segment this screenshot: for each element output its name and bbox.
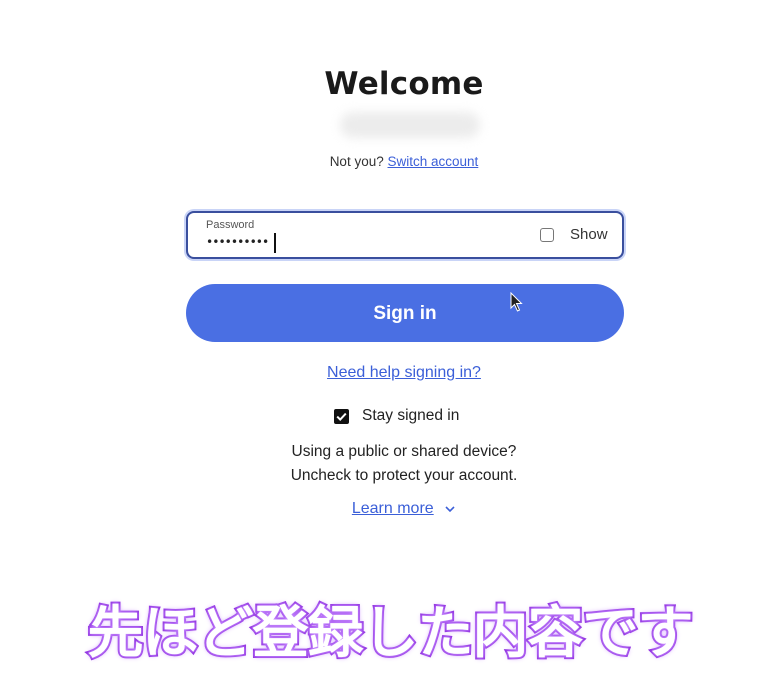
- stay-signed-in-label[interactable]: Stay signed in: [362, 407, 459, 425]
- need-help-link[interactable]: Need help signing in?: [0, 364, 780, 382]
- password-input[interactable]: ••••••••••: [206, 235, 269, 249]
- learn-more-link[interactable]: Learn more: [352, 500, 434, 517]
- not-you-row: Not you? Switch account: [0, 154, 780, 169]
- mouse-pointer-icon: [510, 292, 523, 312]
- info-line-1: Using a public or shared device?: [291, 443, 517, 460]
- shared-device-info: Using a public or shared device? Uncheck…: [0, 440, 780, 488]
- check-icon: [336, 412, 347, 422]
- show-password-checkbox[interactable]: [540, 228, 554, 242]
- info-line-2: Uncheck to protect your account.: [290, 467, 518, 484]
- switch-account-link[interactable]: Switch account: [388, 154, 479, 169]
- chevron-down-icon[interactable]: [444, 505, 456, 513]
- video-caption: 先ほど登録した内容です: [86, 599, 696, 668]
- show-password-label[interactable]: Show: [570, 226, 608, 243]
- blurred-account-email: [340, 112, 480, 138]
- not-you-text: Not you?: [329, 154, 384, 169]
- password-field[interactable]: Password •••••••••• Show: [186, 211, 624, 259]
- learn-more-row[interactable]: Learn more: [0, 500, 780, 518]
- stay-signed-in-checkbox[interactable]: [334, 409, 349, 424]
- page-title: Welcome: [324, 66, 484, 102]
- password-label: Password: [206, 219, 255, 231]
- sign-in-button[interactable]: Sign in: [186, 284, 624, 342]
- text-caret: [274, 233, 276, 253]
